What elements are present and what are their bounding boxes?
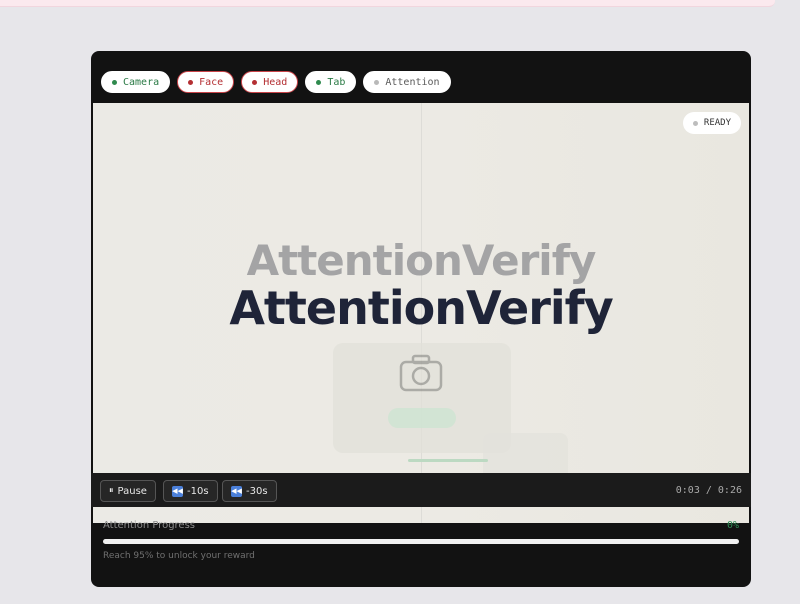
indicator-attention: Attention [363,71,451,93]
playback-controls: ⏸ Pause ◀◀ -10s ◀◀ -30s 0:03 / 0:26 [91,473,751,507]
rewind-icon: ◀◀ [231,485,242,497]
video-frame[interactable]: AttentionVerify AttentionVerify READY [93,103,749,523]
indicator-label: Tab [327,76,346,88]
rewind-10-label: -10s [187,485,209,497]
video-player: Camera Face Head Tab Attention Attention… [91,51,751,587]
progress-label: Attention Progress [103,520,196,531]
pause-label: Pause [117,485,147,497]
indicator-face: Face [177,71,235,93]
ready-badge: READY [682,112,741,134]
status-dot-icon [374,79,380,85]
status-dot-icon [316,79,322,85]
progress-percent: 0% [726,520,739,531]
background-progress [408,459,488,462]
time-readout: 0:03 / 0:26 [675,485,742,496]
status-dot-icon [112,79,117,85]
indicator-label: Camera [123,76,160,88]
rewind-30-label: -30s [246,485,268,497]
progress-track [103,539,739,544]
pause-button[interactable]: ⏸ Pause [100,480,156,502]
rewind-10-button[interactable]: ◀◀ -10s [163,480,218,502]
status-dot-icon [252,79,258,85]
indicator-tab: Tab [305,71,357,93]
rewind-icon: ◀◀ [172,485,183,497]
brand-title: AttentionVerify [229,281,613,335]
pause-icon: ⏸ [109,486,114,496]
status-dot-icon [188,79,194,85]
indicator-label: Attention [385,76,440,88]
rewind-30-button[interactable]: ◀◀ -30s [222,480,277,502]
indicator-head: Head [241,71,299,93]
background-button [388,408,456,428]
status-indicators: Camera Face Head Tab Attention [101,71,451,93]
ready-label: READY [703,118,731,128]
brand-title-ghost: AttentionVerify [246,236,597,285]
indicator-camera: Camera [101,71,171,93]
camera-icon [399,354,443,392]
status-dot-icon [692,120,698,126]
top-banner-edge [0,0,775,7]
progress-hint: Reach 95% to unlock your reward [103,551,255,561]
indicator-label: Face [199,76,224,88]
indicator-label: Head [263,76,288,88]
